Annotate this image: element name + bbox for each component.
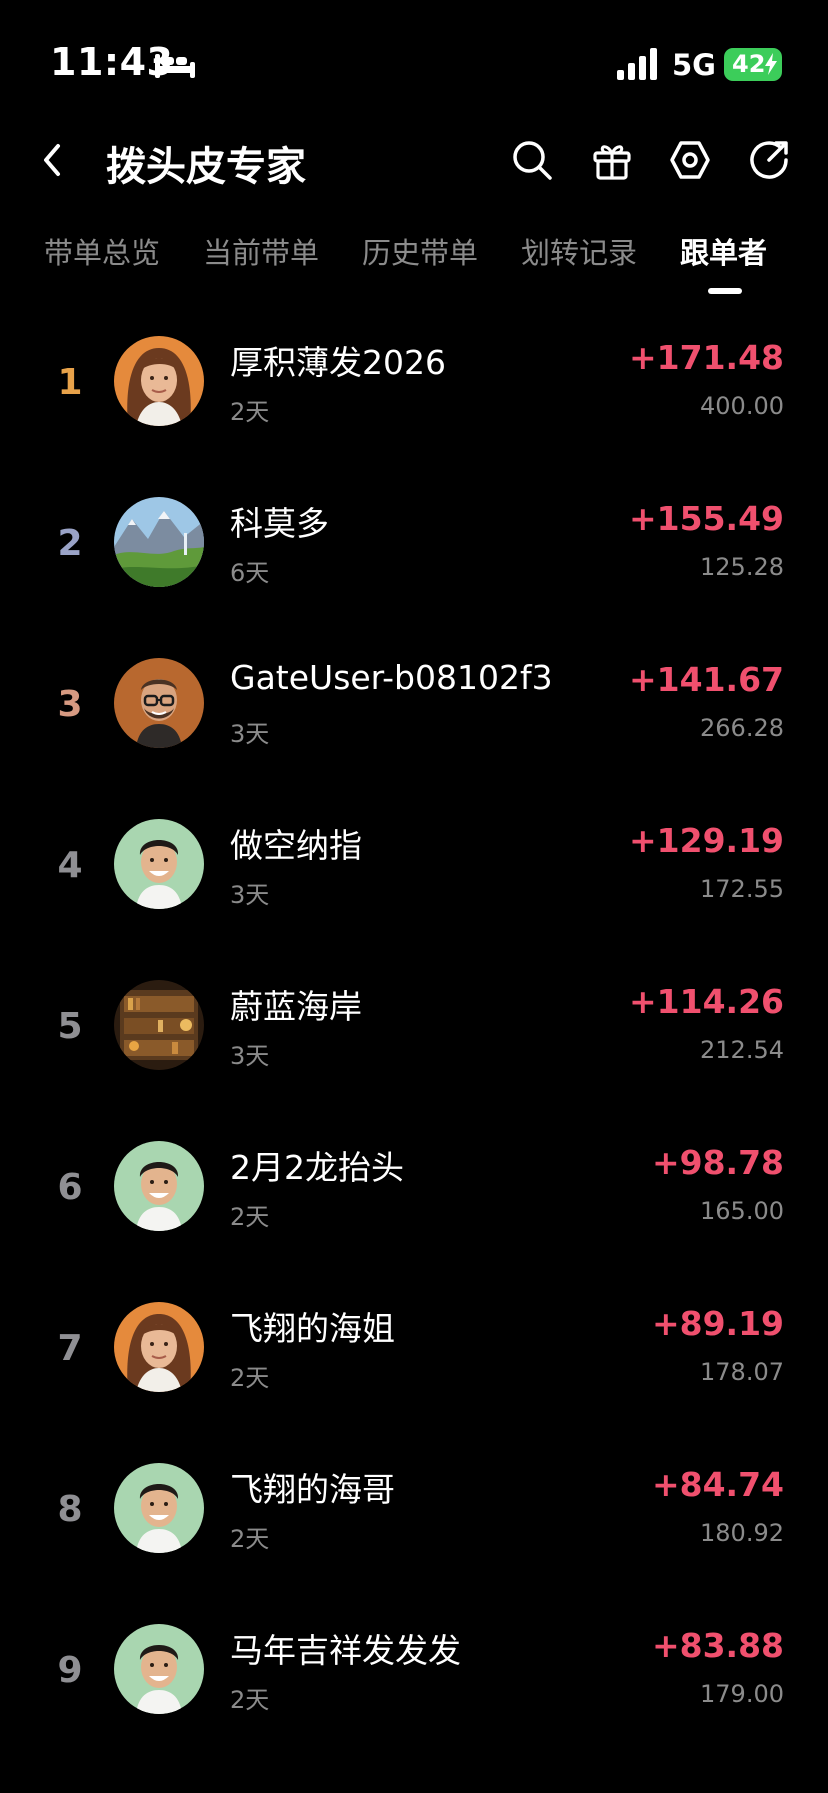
follow-amount: 172.55 — [700, 875, 784, 903]
follow-days: 2天 — [230, 398, 270, 426]
rank-number: 5 — [57, 1006, 83, 1047]
profit-value: +171.48 — [629, 338, 784, 377]
list-item[interactable]: 6 2月2龙抬头 2天 +98.78 165.00 — [0, 1105, 828, 1266]
profit-value: +89.19 — [651, 1304, 784, 1343]
follow-amount: 400.00 — [700, 392, 784, 420]
profit-value: +84.74 — [651, 1465, 784, 1504]
follow-amount: 180.92 — [700, 1519, 784, 1547]
header: 拨头皮专家 — [0, 120, 828, 200]
follow-amount: 212.54 — [700, 1036, 784, 1064]
follow-amount: 178.07 — [700, 1358, 784, 1386]
rank-number: 6 — [57, 1167, 83, 1208]
signal-icon — [617, 48, 657, 80]
follow-days: 2天 — [230, 1364, 270, 1392]
rank-number: 9 — [57, 1650, 83, 1691]
smiling-man-avatar — [114, 1141, 204, 1231]
follow-amount: 179.00 — [700, 1680, 784, 1708]
woman-avatar — [114, 1302, 204, 1392]
page-title: 拨头皮专家 — [106, 144, 306, 190]
follow-days: 6天 — [230, 559, 270, 587]
follow-amount: 165.00 — [700, 1197, 784, 1225]
follower-name: 做空纳指 — [230, 826, 362, 865]
tab-current-orders[interactable]: 当前带单 — [203, 230, 319, 272]
follow-days: 3天 — [230, 881, 270, 909]
smiling-man-avatar — [114, 1463, 204, 1553]
tab-overview[interactable]: 带单总览 — [44, 230, 160, 272]
list-item[interactable]: 1 厚积薄发2026 2天 +171.48 400.00 — [0, 300, 828, 461]
smiling-man-avatar — [114, 819, 204, 909]
tab-bar: 带单总览 当前带单 历史带单 划转记录 跟单者 — [0, 226, 828, 300]
list-item[interactable]: 5 蔚蓝海岸 3天 +114.26 212.54 — [0, 944, 828, 1105]
follow-days: 2天 — [230, 1525, 270, 1553]
list-item[interactable]: 2 科莫多 6天 +155.49 125.28 — [0, 461, 828, 622]
settings-icon[interactable] — [668, 138, 712, 182]
search-icon[interactable] — [510, 138, 554, 182]
network-label: 5G — [672, 48, 716, 82]
follower-name: 飞翔的海姐 — [230, 1309, 395, 1348]
battery-bolt-icon — [765, 53, 777, 75]
list-item[interactable]: 7 飞翔的海姐 2天 +89.19 178.07 — [0, 1266, 828, 1427]
follow-amount: 266.28 — [700, 714, 784, 742]
bed-icon — [155, 54, 195, 78]
profit-value: +129.19 — [629, 821, 784, 860]
rank-number: 7 — [57, 1328, 83, 1369]
follower-name: 科莫多 — [230, 504, 329, 543]
follower-name: 飞翔的海哥 — [230, 1470, 395, 1509]
list-item[interactable]: 4 做空纳指 3天 +129.19 172.55 — [0, 783, 828, 944]
profit-value: +155.49 — [629, 499, 784, 538]
rank-number: 3 — [57, 684, 83, 725]
smiling-man-avatar — [114, 1624, 204, 1714]
landscape-avatar — [114, 497, 204, 587]
follower-name: 厚积薄发2026 — [230, 343, 446, 382]
rank-number: 8 — [57, 1489, 83, 1530]
rank-number: 2 — [57, 523, 83, 564]
back-icon[interactable] — [38, 140, 68, 180]
gift-icon[interactable] — [590, 138, 634, 182]
tab-followers[interactable]: 跟单者 — [680, 230, 767, 272]
follow-days: 2天 — [230, 1686, 270, 1714]
follower-name: GateUser-b08102f3 — [230, 658, 553, 697]
follow-days: 3天 — [230, 720, 270, 748]
status-bar: 11:43 5G 42 — [0, 0, 828, 130]
battery-icon: 42 — [724, 48, 782, 81]
profit-value: +83.88 — [651, 1626, 784, 1665]
list-item[interactable]: 8 飞翔的海哥 2天 +84.74 180.92 — [0, 1427, 828, 1588]
tab-active-indicator — [708, 288, 742, 294]
battery-level: 42 — [732, 50, 766, 78]
tab-history-orders[interactable]: 历史带单 — [362, 230, 478, 272]
glasses-man-avatar — [114, 658, 204, 748]
list-item[interactable]: 9 马年吉祥发发发 2天 +83.88 179.00 — [0, 1588, 828, 1749]
share-icon[interactable] — [747, 138, 791, 182]
rank-number: 1 — [57, 362, 83, 403]
list-item[interactable]: 3 GateUser-b08102f3 3天 +141.67 266.28 — [0, 622, 828, 783]
follow-days: 3天 — [230, 1042, 270, 1070]
bookshelf-avatar — [114, 980, 204, 1070]
profit-value: +114.26 — [629, 982, 784, 1021]
follow-amount: 125.28 — [700, 553, 784, 581]
woman-avatar — [114, 336, 204, 426]
follower-name: 马年吉祥发发发 — [230, 1631, 461, 1670]
rank-number: 4 — [57, 845, 83, 886]
follower-name: 蔚蓝海岸 — [230, 987, 362, 1026]
profit-value: +141.67 — [629, 660, 784, 699]
profit-value: +98.78 — [651, 1143, 784, 1182]
follower-name: 2月2龙抬头 — [230, 1148, 404, 1187]
tab-transfer-records[interactable]: 划转记录 — [521, 230, 637, 272]
follow-days: 2天 — [230, 1203, 270, 1231]
